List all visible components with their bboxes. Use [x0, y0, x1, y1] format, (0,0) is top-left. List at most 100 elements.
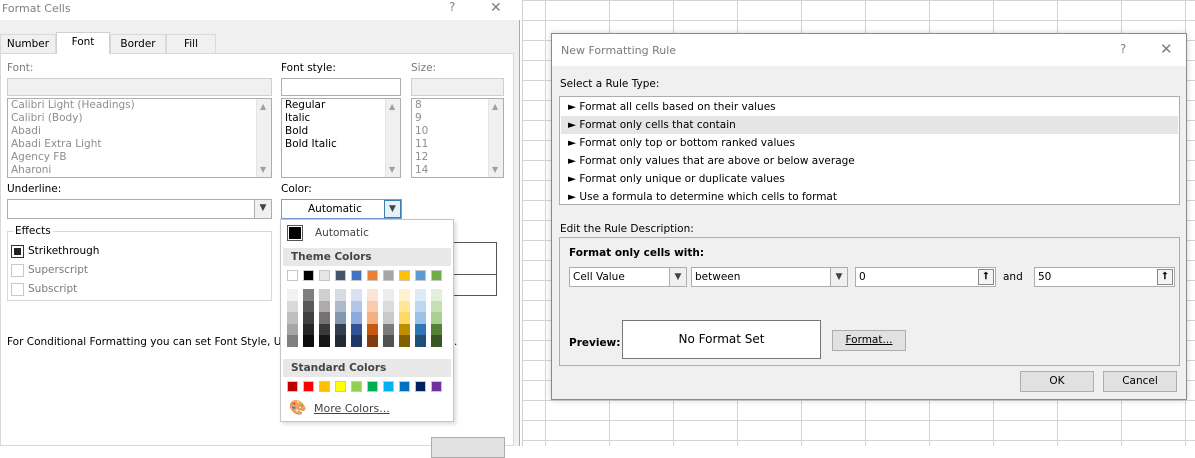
font-list-item[interactable]: Calibri (Body): [8, 112, 271, 125]
theme-shade-swatch[interactable]: [415, 312, 426, 324]
scroll-down-icon[interactable]: ▼: [389, 165, 395, 174]
theme-shade-swatch[interactable]: [335, 312, 346, 324]
font-style-item[interactable]: Italic: [282, 112, 400, 125]
font-list-item[interactable]: Aharoni: [8, 164, 271, 177]
theme-shade-swatch[interactable]: [351, 289, 362, 301]
automatic-option[interactable]: Automatic: [315, 227, 369, 239]
theme-shade-swatch[interactable]: [303, 323, 314, 335]
theme-shade-swatch[interactable]: [431, 289, 442, 301]
theme-color-swatch[interactable]: [335, 270, 346, 281]
theme-shade-swatch[interactable]: [287, 300, 298, 312]
theme-shade-swatch[interactable]: [367, 289, 378, 301]
theme-shade-swatch[interactable]: [367, 312, 378, 324]
chevron-down-icon[interactable]: ▼: [669, 268, 686, 286]
theme-shade-swatch[interactable]: [319, 300, 330, 312]
theme-shade-swatch[interactable]: [431, 335, 442, 347]
font-list-item[interactable]: Agency FB: [8, 151, 271, 164]
underline-dropdown[interactable]: ▼: [7, 199, 272, 219]
standard-color-swatch[interactable]: [303, 381, 314, 392]
rule-type-item[interactable]: ► Format all cells based on their values: [561, 98, 1178, 116]
theme-shade-swatch[interactable]: [367, 300, 378, 312]
theme-shade-swatch[interactable]: [319, 289, 330, 301]
cancel-button[interactable]: Cancel: [1103, 371, 1177, 392]
font-list[interactable]: Calibri Light (Headings) Calibri (Body) …: [7, 98, 272, 178]
theme-shade-swatch[interactable]: [399, 289, 410, 301]
theme-shade-swatch[interactable]: [287, 289, 298, 301]
font-style-list[interactable]: Regular Italic Bold Bold Italic ▲ ▼: [281, 98, 401, 178]
close-icon[interactable]: ✕: [1160, 40, 1173, 58]
theme-shade-swatch[interactable]: [335, 300, 346, 312]
theme-shade-swatch[interactable]: [303, 289, 314, 301]
theme-shade-swatch[interactable]: [287, 335, 298, 347]
help-icon[interactable]: ?: [1120, 42, 1126, 56]
theme-color-swatch[interactable]: [351, 270, 362, 281]
range-selector-icon[interactable]: ⭡: [978, 269, 994, 285]
standard-color-swatch[interactable]: [287, 381, 298, 392]
help-icon[interactable]: ?: [449, 0, 455, 14]
theme-shade-swatch[interactable]: [351, 300, 362, 312]
theme-shade-swatch[interactable]: [415, 335, 426, 347]
tab-number[interactable]: Number: [0, 34, 56, 53]
theme-shade-swatch[interactable]: [415, 289, 426, 301]
theme-shade-swatch[interactable]: [319, 312, 330, 324]
font-style-item[interactable]: Bold: [282, 125, 400, 138]
value2-input[interactable]: 50 ⭡: [1034, 267, 1175, 287]
theme-shade-swatch[interactable]: [367, 335, 378, 347]
standard-color-swatch[interactable]: [383, 381, 394, 392]
standard-color-swatch[interactable]: [367, 381, 378, 392]
chevron-down-icon[interactable]: ▼: [830, 268, 847, 286]
theme-shade-swatch[interactable]: [319, 335, 330, 347]
theme-shade-swatch[interactable]: [383, 300, 394, 312]
theme-shade-swatch[interactable]: [335, 289, 346, 301]
scroll-down-icon[interactable]: ▼: [260, 165, 266, 174]
scroll-down-icon[interactable]: ▼: [492, 165, 498, 174]
theme-shade-swatch[interactable]: [351, 312, 362, 324]
theme-color-swatch[interactable]: [367, 270, 378, 281]
close-icon[interactable]: ✕: [490, 0, 502, 16]
value1-input[interactable]: 0 ⭡: [855, 267, 996, 287]
theme-shade-swatch[interactable]: [335, 335, 346, 347]
theme-color-swatch[interactable]: [399, 270, 410, 281]
theme-shade-swatch[interactable]: [303, 300, 314, 312]
standard-color-swatch[interactable]: [335, 381, 346, 392]
size-input[interactable]: [411, 78, 504, 96]
theme-shade-swatch[interactable]: [431, 323, 442, 335]
size-list[interactable]: 8 9 10 11 12 14 ▲ ▼: [411, 98, 504, 178]
scroll-up-icon[interactable]: ▲: [260, 102, 266, 111]
scroll-up-icon[interactable]: ▲: [389, 102, 395, 111]
chevron-down-icon[interactable]: ▼: [254, 200, 271, 218]
theme-color-swatch[interactable]: [383, 270, 394, 281]
superscript-checkbox[interactable]: [11, 264, 24, 277]
theme-shade-swatch[interactable]: [431, 300, 442, 312]
scroll-up-icon[interactable]: ▲: [492, 102, 498, 111]
theme-color-swatch[interactable]: [287, 270, 298, 281]
subscript-checkbox[interactable]: [11, 283, 24, 296]
theme-shade-swatch[interactable]: [351, 323, 362, 335]
theme-shade-swatch[interactable]: [335, 323, 346, 335]
size-list-scrollbar[interactable]: ▲ ▼: [488, 99, 503, 177]
rule-type-item-selected[interactable]: ► Format only cells that contain: [561, 116, 1178, 134]
theme-shade-swatch[interactable]: [383, 335, 394, 347]
theme-shade-swatch[interactable]: [287, 323, 298, 335]
tab-fill[interactable]: Fill: [166, 34, 216, 53]
theme-shade-swatch[interactable]: [383, 312, 394, 324]
color-dropdown[interactable]: Automatic ▼: [281, 199, 402, 219]
clear-button[interactable]: [431, 437, 505, 458]
rule-type-item[interactable]: ► Format only top or bottom ranked value…: [561, 134, 1178, 152]
theme-shade-swatch[interactable]: [399, 335, 410, 347]
font-style-item[interactable]: Bold Italic: [282, 138, 400, 151]
rule-type-item[interactable]: ► Use a formula to determine which cells…: [561, 188, 1178, 206]
more-colors-option[interactable]: More Colors...: [314, 402, 390, 415]
tab-font[interactable]: Font: [56, 32, 110, 54]
theme-shade-swatch[interactable]: [415, 323, 426, 335]
theme-shade-swatch[interactable]: [303, 335, 314, 347]
condition-type-dropdown[interactable]: Cell Value ▼: [569, 267, 687, 287]
theme-shade-swatch[interactable]: [431, 312, 442, 324]
theme-color-swatch[interactable]: [303, 270, 314, 281]
font-style-input[interactable]: [281, 78, 401, 96]
standard-color-swatch[interactable]: [319, 381, 330, 392]
ok-button[interactable]: OK: [1020, 371, 1094, 392]
theme-color-swatch[interactable]: [415, 270, 426, 281]
format-button[interactable]: Format...: [832, 330, 906, 351]
standard-color-swatch[interactable]: [415, 381, 426, 392]
